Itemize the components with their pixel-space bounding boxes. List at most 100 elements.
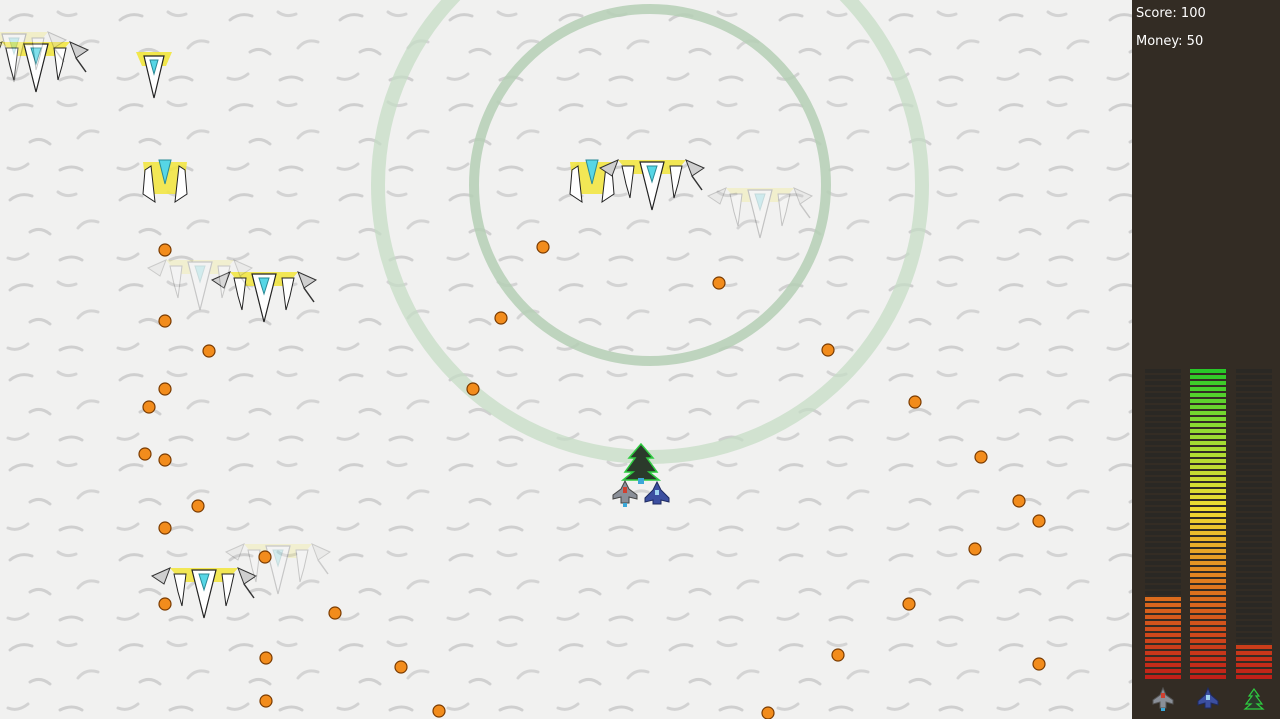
meter-segment: [1190, 399, 1226, 403]
meter-segment: [1236, 549, 1272, 553]
meter-segment: [1190, 519, 1226, 523]
meter-segment: [1190, 531, 1226, 535]
power-meter-blue-fighter: [1190, 367, 1226, 679]
meter-segment: [1145, 411, 1181, 415]
meter-segment: [1145, 543, 1181, 547]
meter-segment: [1145, 519, 1181, 523]
meter-segment: [1145, 387, 1181, 391]
meter-segment: [1236, 591, 1272, 595]
meter-segment: [1190, 591, 1226, 595]
meter-segment: [1145, 489, 1181, 493]
enemy-bullet: [158, 521, 172, 535]
enemy-bullet: [158, 314, 172, 328]
meter-segment: [1236, 579, 1272, 583]
meter-segment: [1145, 501, 1181, 505]
meter-segment: [1190, 657, 1226, 661]
meter-segment: [1236, 459, 1272, 463]
meter-segment: [1236, 657, 1272, 661]
meter-segment: [1236, 441, 1272, 445]
meter-segment: [1236, 435, 1272, 439]
meter-segment: [1236, 597, 1272, 601]
money-text: Money: 50: [1136, 34, 1204, 49]
meter-segment: [1190, 453, 1226, 457]
meter-segment: [1190, 387, 1226, 391]
meter-segment: [1190, 567, 1226, 571]
playfield[interactable]: [0, 0, 1132, 719]
meter-segment: [1236, 507, 1272, 511]
meter-segment: [1236, 537, 1272, 541]
meter-segment: [1145, 549, 1181, 553]
enemy-bullet: [1032, 657, 1046, 671]
meter-segment: [1190, 477, 1226, 481]
meter-segment: [1236, 561, 1272, 565]
meter-segment: [1190, 573, 1226, 577]
meter-segment: [1190, 513, 1226, 517]
enemy-bullet: [158, 453, 172, 467]
meter-segment: [1190, 483, 1226, 487]
score-text: Score: 100: [1136, 6, 1206, 21]
enemy-bullet: [191, 499, 205, 513]
blue-fighter-icon: [1197, 686, 1219, 709]
meter-segment: [1236, 411, 1272, 415]
meter-segment: [1236, 375, 1272, 379]
meter-segment: [1145, 483, 1181, 487]
meter-segment: [1145, 615, 1181, 619]
meter-segment: [1145, 609, 1181, 613]
game-canvas: [0, 0, 1132, 719]
meter-segment: [1145, 639, 1181, 643]
meter-segment: [1236, 639, 1272, 643]
meter-segment: [1236, 405, 1272, 409]
enemy-bullet: [494, 311, 508, 325]
meter-segment: [1145, 603, 1181, 607]
enemy-bullet: [259, 694, 273, 708]
meter-segment: [1145, 471, 1181, 475]
meter-segment: [1145, 537, 1181, 541]
meter-segment: [1145, 447, 1181, 451]
enemy-bullet: [466, 382, 480, 396]
meter-segment: [1236, 423, 1272, 427]
meter-segment: [1236, 555, 1272, 559]
meter-segment: [1145, 591, 1181, 595]
meter-segment: [1236, 393, 1272, 397]
red-gray-fighter-icon: [1152, 686, 1174, 711]
enemy-bullet: [394, 660, 408, 674]
enemy-bullet: [902, 597, 916, 611]
meter-segment: [1190, 645, 1226, 649]
enemy-bullet: [138, 447, 152, 461]
meter-segment: [1236, 645, 1272, 649]
meter-segment: [1236, 603, 1272, 607]
meter-segment: [1145, 399, 1181, 403]
meter-segment: [1190, 489, 1226, 493]
meter-segment: [1145, 627, 1181, 631]
meter-segment: [1236, 489, 1272, 493]
meter-segment: [1190, 615, 1226, 619]
enemy-bullet: [142, 400, 156, 414]
hud-panel: Score: 100 Money: 50: [1132, 0, 1280, 719]
enemy-bullet: [712, 276, 726, 290]
power-meter-red-gray-fighter: [1145, 367, 1181, 679]
meter-segment: [1145, 453, 1181, 457]
meter-segment: [1236, 669, 1272, 673]
meter-segment: [1236, 495, 1272, 499]
meter-segment: [1190, 435, 1226, 439]
meter-segment: [1236, 429, 1272, 433]
power-meter-green-tree-fighter: [1236, 367, 1272, 679]
meter-segment: [1190, 543, 1226, 547]
meter-segment: [1145, 465, 1181, 469]
meter-segment: [1145, 525, 1181, 529]
meter-segment: [1190, 441, 1226, 445]
meter-segment: [1236, 663, 1272, 667]
meter-segment: [1190, 609, 1226, 613]
meter-segment: [1190, 561, 1226, 565]
meter-segment: [1190, 495, 1226, 499]
meter-segment: [1190, 459, 1226, 463]
meter-segment: [1190, 507, 1226, 511]
meter-segment: [1145, 663, 1181, 667]
meter-segment: [1236, 381, 1272, 385]
enemy-bullet: [974, 450, 988, 464]
meter-segment: [1145, 405, 1181, 409]
meter-segment: [1190, 549, 1226, 553]
meter-segment: [1236, 675, 1272, 679]
meter-segment: [1236, 543, 1272, 547]
meter-segment: [1236, 567, 1272, 571]
